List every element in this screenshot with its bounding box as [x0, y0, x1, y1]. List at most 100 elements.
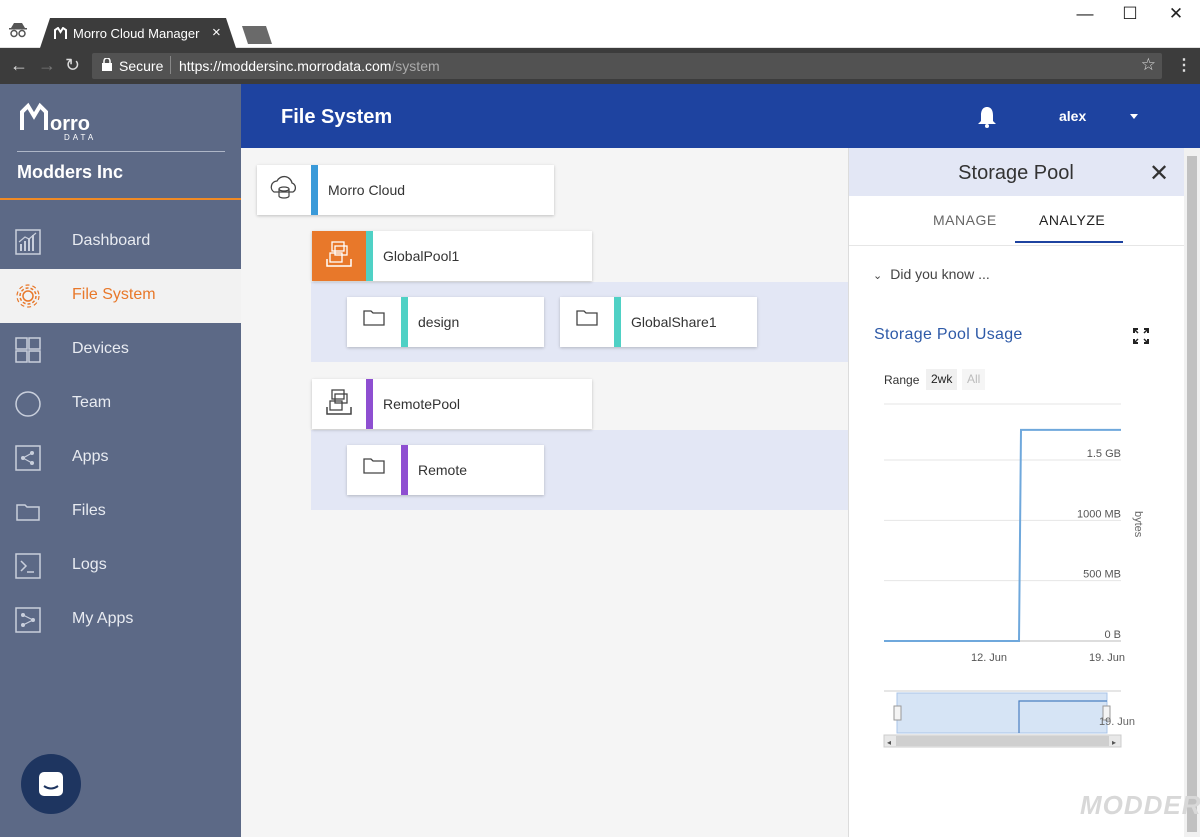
node-color-bar: [401, 445, 408, 495]
morro-favicon-icon: [54, 27, 67, 39]
sidebar-item-my-apps[interactable]: My Apps: [0, 593, 241, 647]
folder-icon: [16, 504, 40, 521]
range-all-button[interactable]: All: [962, 369, 986, 390]
node-label: Remote: [418, 462, 468, 478]
maximize-button[interactable]: ☐: [1107, 4, 1153, 24]
storage-usage-chart: 0 B 500 MB 1000 MB 1.5 GB 12. Jun 19. Jun by…: [883, 403, 1144, 748]
y-tick-label: 0 B: [1104, 629, 1121, 641]
tree-node-morro-cloud[interactable]: Morro Cloud: [257, 165, 554, 215]
close-window-button[interactable]: ✕: [1153, 4, 1199, 24]
storage-pool-panel: Storage Pool ✕ MANAGE ANALYZE ⌄ Did you k…: [848, 148, 1185, 837]
app-header: File System alex: [241, 84, 1200, 148]
tabs-divider: [849, 245, 1185, 246]
y-tick-label: 500 MB: [1083, 569, 1121, 581]
lock-icon: [102, 58, 112, 71]
apps-icon: [15, 445, 41, 471]
panel-title: Storage Pool: [958, 162, 1074, 184]
navigator-selection: [896, 692, 1108, 734]
node-color-bar: [366, 379, 373, 429]
tree-node-globalpool1[interactable]: GlobalPool1: [312, 231, 592, 281]
y-axis-ticks: 0 B 500 MB 1000 MB 1.5 GB: [1077, 448, 1121, 641]
x-axis-ticks: 12. Jun 19. Jun: [971, 652, 1125, 664]
team-icon: [15, 391, 41, 417]
folder-icon: [363, 310, 385, 326]
browser-toolbar: ← → ↻ Secure https://moddersinc.morrodat…: [0, 48, 1200, 84]
chart-navigator[interactable]: 19. Jun ◂ ▸: [883, 690, 1135, 748]
scroll-right-arrow-icon: ▸: [1112, 738, 1116, 747]
secure-label: Secure: [119, 58, 164, 74]
page-title: File System: [281, 106, 393, 128]
storage-pool-icon: [326, 389, 352, 415]
scrollbar-thumb[interactable]: [1187, 156, 1197, 832]
morro-logo: orro DATA: [20, 102, 96, 142]
sidebar-item-label: My Apps: [72, 610, 134, 627]
sidebar-item-label: Files: [72, 502, 106, 519]
range-2wk-button[interactable]: 2wk: [926, 369, 958, 390]
tree-node-remote[interactable]: Remote: [347, 445, 544, 495]
tree-node-globalshare1[interactable]: GlobalShare1: [560, 297, 757, 347]
address-bar[interactable]: Secure https://moddersinc.morrodata.com/…: [92, 53, 1162, 79]
expand-icon[interactable]: [1133, 328, 1149, 344]
url-path: /system: [391, 58, 440, 74]
svg-text:orro: orro: [50, 113, 90, 135]
sidebar-item-team[interactable]: Team: [0, 377, 241, 431]
close-icon[interactable]: ✕: [1149, 159, 1169, 188]
tab-analyze[interactable]: ANALYZE: [1039, 212, 1105, 228]
browser-menu-icon[interactable]: ⋮: [1176, 55, 1192, 75]
chat-icon: [39, 772, 63, 796]
node-color-bar: [366, 231, 373, 281]
dashboard-icon: [15, 229, 41, 255]
x-tick-label: 12. Jun: [971, 652, 1007, 664]
sidebar-item-label: Dashboard: [72, 232, 151, 249]
sidebar-item-label: Team: [72, 394, 112, 411]
tab-manage[interactable]: MANAGE: [933, 212, 997, 228]
chevron-down-icon: ⌄: [873, 270, 883, 282]
browser-tab[interactable]: Morro Cloud Manager ×: [40, 18, 236, 48]
sidebar-item-label: Logs: [72, 556, 107, 573]
node-color-bar: [401, 297, 408, 347]
did-you-know-toggle[interactable]: ⌄ Did you know ...: [873, 266, 990, 282]
forward-arrow-icon[interactable]: →: [38, 55, 56, 76]
browser-titlebar: Morro Cloud Manager × — ☐ ✕: [0, 0, 1200, 48]
scroll-left-arrow-icon: ◂: [887, 738, 891, 747]
node-label: RemotePool: [383, 396, 461, 412]
accent-line: [0, 198, 241, 200]
terminal-icon: [15, 553, 41, 579]
chat-launcher-button[interactable]: [21, 754, 81, 814]
organization-name: Modders Inc: [17, 162, 124, 182]
storage-pool-icon: [312, 231, 366, 281]
user-menu[interactable]: alex: [1059, 108, 1086, 124]
devices-icon: [15, 337, 41, 363]
x-tick-label: 19. Jun: [1089, 652, 1125, 664]
bell-icon[interactable]: [977, 106, 997, 128]
node-label: GlobalPool1: [383, 248, 460, 264]
tree-node-design[interactable]: design: [347, 297, 544, 347]
minimize-button[interactable]: —: [1062, 4, 1108, 24]
sidebar-item-dashboard[interactable]: Dashboard: [0, 215, 241, 269]
sidebar-item-logs[interactable]: Logs: [0, 539, 241, 593]
navigator-scrollbar-thumb: [896, 736, 1109, 746]
chart-grid: [884, 403, 1121, 642]
navigator-handle-left: [893, 705, 902, 721]
sidebar-item-apps[interactable]: Apps: [0, 431, 241, 485]
gear-icon: [16, 284, 40, 308]
chevron-down-icon[interactable]: [1130, 114, 1138, 119]
tab-close-icon[interactable]: ×: [212, 24, 221, 41]
sidebar-item-files[interactable]: Files: [0, 485, 241, 539]
new-tab-button[interactable]: [242, 26, 272, 44]
folder-icon: [363, 458, 385, 474]
y-axis-label: bytes: [1132, 511, 1144, 538]
sidebar-item-file-system[interactable]: File System: [0, 269, 241, 323]
address-separator: [170, 56, 171, 74]
reload-icon[interactable]: ↻: [65, 55, 80, 76]
node-color-bar: [614, 297, 621, 347]
sidebar-item-label: File System: [72, 286, 156, 303]
active-tab-indicator: [1015, 241, 1123, 243]
svg-text:DATA: DATA: [64, 133, 96, 142]
sidebar: orro DATA Modders Inc Dashboard File Sys…: [0, 84, 241, 837]
sidebar-item-devices[interactable]: Devices: [0, 323, 241, 377]
node-color-bar: [311, 165, 318, 215]
bookmark-star-icon[interactable]: ☆: [1141, 55, 1156, 75]
back-arrow-icon[interactable]: ←: [10, 55, 28, 76]
tree-node-remotepool[interactable]: RemotePool: [312, 379, 592, 429]
